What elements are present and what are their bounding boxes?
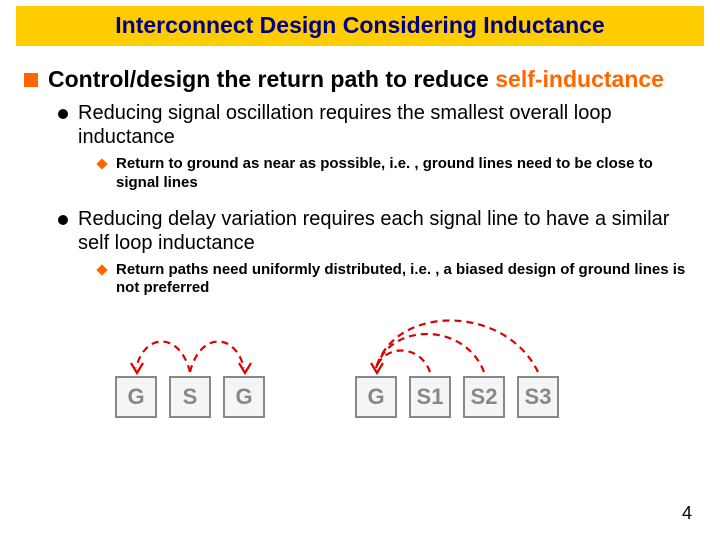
heading-level1: Control/design the return path to reduce…	[24, 66, 696, 93]
ground-box: G	[223, 376, 265, 418]
bullet-text: Reducing delay variation requires each s…	[78, 207, 696, 255]
arrowhead-icon	[237, 360, 253, 376]
arrowhead-icon	[129, 360, 145, 376]
heading-plain: Control/design the return path to reduce	[48, 66, 495, 92]
bullet-item-1: Reducing signal oscillation requires the…	[58, 101, 696, 149]
signal3-box: S3	[517, 376, 559, 418]
bullet-text: Reducing signal oscillation requires the…	[78, 101, 696, 149]
heading-accent: self-inductance	[495, 66, 664, 92]
signal-box: S	[169, 376, 211, 418]
return-arc-icon	[355, 322, 575, 382]
dot-bullet-icon	[58, 109, 68, 119]
dot-bullet-icon	[58, 215, 68, 225]
return-path-diagram: G S G G S1 S2 S3	[24, 322, 696, 418]
ground-box: G	[115, 376, 157, 418]
arrowhead-icon	[369, 360, 385, 376]
sub-bullet-item-1: Return to ground as near as possible, i.…	[98, 155, 696, 193]
sub-bullet-text: Return to ground as near as possible, i.…	[116, 155, 696, 193]
bullet-item-2: Reducing delay variation requires each s…	[58, 207, 696, 255]
slide-body: Control/design the return path to reduce…	[14, 46, 706, 418]
slide: Interconnect Design Considering Inductan…	[0, 0, 720, 540]
slide-title: Interconnect Design Considering Inductan…	[16, 6, 704, 46]
ground-box: G	[355, 376, 397, 418]
sub-bullet-item-2: Return paths need uniformly distributed,…	[98, 261, 696, 299]
heading-text: Control/design the return path to reduce…	[48, 66, 664, 93]
signal2-box: S2	[463, 376, 505, 418]
square-bullet-icon	[24, 73, 38, 87]
sub-bullet-text: Return paths need uniformly distributed,…	[116, 261, 696, 299]
page-number: 4	[682, 503, 692, 524]
diamond-bullet-icon	[96, 158, 107, 169]
diamond-bullet-icon	[96, 264, 107, 275]
signal1-box: S1	[409, 376, 451, 418]
